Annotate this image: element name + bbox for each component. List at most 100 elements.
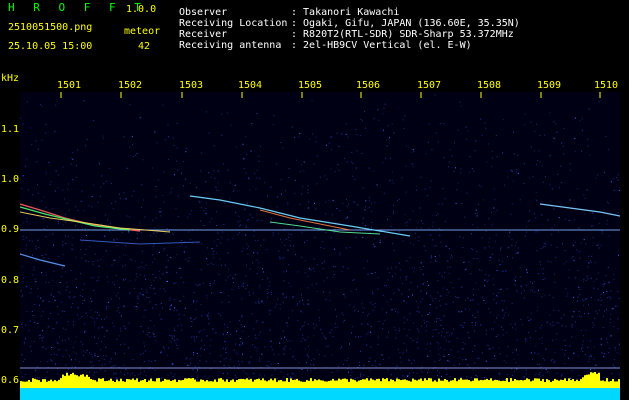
noise-dot	[361, 303, 363, 305]
noise-dot	[199, 355, 201, 357]
floor-bar	[490, 378, 492, 388]
noise-dot	[92, 120, 94, 121]
noise-dot	[197, 375, 199, 377]
noise-dot	[42, 340, 44, 342]
noise-dot	[578, 286, 580, 288]
noise-dot	[205, 213, 207, 215]
noise-dot	[152, 254, 154, 256]
noise-dot	[450, 282, 452, 283]
noise-dot	[22, 235, 24, 237]
noise-dot	[290, 377, 292, 379]
noise-dot	[536, 250, 538, 252]
noise-dot	[123, 326, 125, 327]
noise-dot	[315, 136, 317, 138]
noise-dot	[545, 369, 547, 370]
noise-dot	[342, 321, 344, 323]
noise-dot	[262, 278, 264, 280]
noise-dot	[411, 368, 413, 370]
noise-dot	[128, 230, 130, 232]
noise-dot	[515, 252, 517, 254]
noise-dot	[474, 345, 476, 347]
noise-dot	[417, 337, 419, 339]
noise-dot	[540, 268, 542, 270]
noise-dot	[363, 364, 365, 366]
noise-dot	[140, 266, 142, 268]
noise-dot	[564, 218, 566, 220]
noise-dot	[538, 150, 540, 152]
floor-bar	[414, 379, 416, 388]
floor-bar	[210, 381, 212, 388]
noise-dot	[412, 149, 414, 150]
noise-dot	[594, 280, 596, 282]
noise-dot	[523, 163, 525, 165]
noise-dot	[146, 296, 147, 298]
noise-dot	[374, 238, 376, 240]
noise-dot	[274, 369, 276, 371]
noise-dot	[435, 245, 437, 247]
noise-dot	[91, 316, 92, 318]
noise-dot	[115, 259, 117, 261]
noise-dot	[381, 354, 383, 356]
noise-dot	[117, 292, 119, 294]
noise-dot	[592, 213, 594, 214]
noise-dot	[243, 286, 244, 288]
noise-dot	[131, 195, 133, 197]
noise-dot	[457, 182, 459, 184]
noise-dot	[523, 376, 525, 378]
noise-dot	[105, 180, 107, 182]
floor-bar	[54, 380, 56, 388]
noise-dot	[540, 366, 542, 368]
noise-dot	[200, 330, 202, 332]
noise-dot	[541, 165, 543, 167]
noise-dot	[268, 285, 270, 287]
noise-dot	[304, 339, 306, 341]
noise-dot	[590, 354, 592, 356]
noise-dot	[589, 154, 591, 156]
floor-bar	[100, 378, 102, 388]
noise-dot	[62, 166, 64, 168]
noise-dot	[466, 376, 468, 378]
noise-dot	[363, 307, 365, 309]
noise-dot	[57, 313, 59, 315]
noise-dot	[486, 161, 488, 163]
floor-bar	[336, 380, 338, 388]
noise-dot	[43, 336, 45, 338]
noise-dot	[96, 280, 97, 282]
floor-bar	[422, 380, 424, 388]
noise-dot	[602, 283, 604, 285]
noise-dot	[280, 179, 282, 181]
noise-dot	[119, 371, 121, 373]
floor-bar	[440, 380, 442, 388]
noise-dot	[530, 289, 532, 291]
noise-dot	[542, 374, 544, 376]
noise-dot	[443, 277, 445, 279]
noise-dot	[303, 325, 305, 327]
floor-bar	[174, 379, 176, 388]
noise-dot	[526, 271, 528, 273]
floor-bar	[184, 378, 186, 388]
noise-dot	[438, 332, 440, 334]
noise-dot	[100, 259, 102, 261]
noise-dot	[220, 292, 222, 294]
floor-bar	[232, 379, 234, 388]
noise-dot	[423, 245, 425, 247]
noise-dot	[461, 203, 463, 204]
noise-dot	[32, 315, 34, 316]
noise-dot	[436, 307, 438, 309]
noise-dot	[448, 161, 450, 163]
noise-dot	[505, 270, 507, 272]
noise-dot	[173, 339, 175, 341]
noise-dot	[143, 342, 145, 344]
noise-dot	[512, 257, 514, 259]
noise-dot	[120, 344, 122, 346]
noise-dot	[377, 288, 379, 290]
noise-dot	[282, 293, 284, 295]
floor-bar	[200, 379, 202, 388]
receiver-value: : R820T2(RTL-SDR) SDR-Sharp 53.372MHz	[291, 29, 514, 40]
noise-dot	[447, 260, 449, 262]
noise-dot	[80, 273, 81, 275]
noise-dot	[448, 341, 450, 343]
noise-dot	[313, 163, 315, 165]
noise-dot	[517, 354, 519, 356]
noise-dot	[213, 145, 215, 147]
